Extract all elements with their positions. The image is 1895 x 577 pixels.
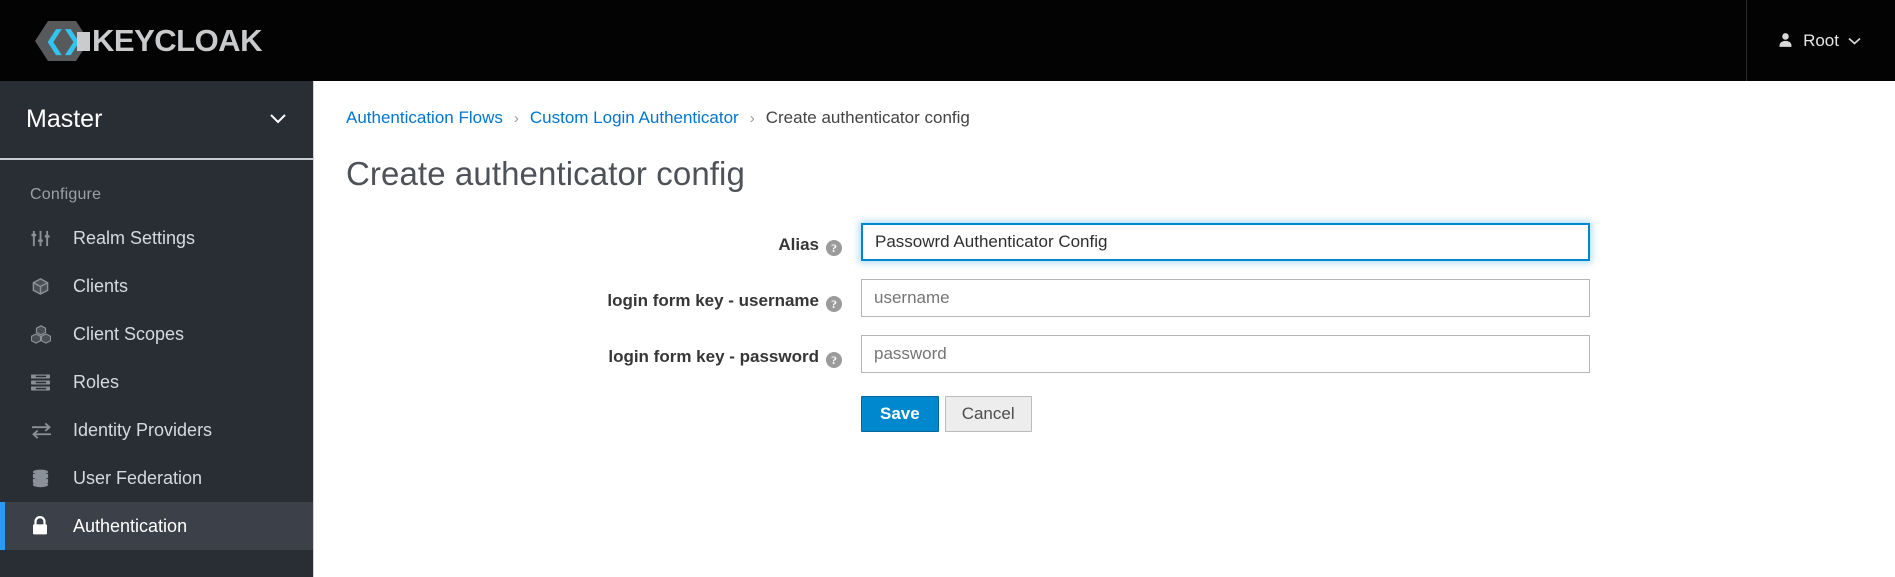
alias-input[interactable] <box>861 223 1590 261</box>
page-title: Create authenticator config <box>346 155 745 192</box>
sidebar-item-label: Roles <box>73 371 120 392</box>
alias-control <box>861 223 1590 261</box>
form-row-login-form-key-username: login form key - username? <box>315 279 1895 317</box>
sidebar-item-label: Identity Providers <box>73 419 213 440</box>
form-button-row: Save Cancel <box>861 396 1895 432</box>
breadcrumb-link-authentication-flows[interactable]: Authentication Flows <box>346 108 503 128</box>
sidebar-item-label: Client Scopes <box>73 323 185 344</box>
masthead: ❮ ❯ KEYCLOAK Root <box>0 0 1895 81</box>
alias-label: Alias? <box>315 223 842 258</box>
sidebar-item-roles[interactable]: Roles <box>0 358 313 406</box>
sidebar-item-label: User Federation <box>73 467 203 488</box>
exchange-icon <box>31 422 65 439</box>
brand-logo[interactable]: ❮ ❯ KEYCLOAK <box>28 0 262 81</box>
cancel-button[interactable]: Cancel <box>944 396 1032 432</box>
user-menu-label: Root <box>1803 30 1839 50</box>
chevron-down-icon <box>269 111 287 129</box>
sidebar-item-identity-providers[interactable]: Identity Providers <box>0 406 313 454</box>
user-avatar-icon <box>1777 32 1794 49</box>
cube-icon <box>31 277 65 296</box>
form-row-alias: Alias? <box>315 223 1895 261</box>
logo-square-block <box>77 31 90 51</box>
sliders-icon <box>31 229 65 248</box>
database-icon <box>31 469 65 488</box>
lock-icon <box>31 516 65 536</box>
sidebar-item-client-scopes[interactable]: Client Scopes <box>0 310 313 358</box>
login-form-key-password-control <box>861 335 1590 373</box>
login-form-key-username-label: login form key - username? <box>315 279 842 314</box>
nav-section-label: Configure <box>30 186 102 203</box>
sidebar-item-user-federation[interactable]: User Federation <box>0 454 313 502</box>
login-form-key-username-label-text: login form key - username <box>607 291 819 310</box>
cubes-icon <box>31 324 65 344</box>
authenticator-config-form: Alias? login form key - username? login … <box>315 223 1895 432</box>
login-form-key-username-input[interactable] <box>861 279 1590 317</box>
realm-name: Master <box>26 105 103 133</box>
user-menu[interactable]: Root <box>1747 0 1895 81</box>
login-form-key-password-label-text: login form key - password <box>608 347 819 366</box>
alias-label-text: Alias <box>778 235 819 254</box>
login-form-key-password-input[interactable] <box>861 335 1590 373</box>
list-bars-icon <box>31 373 65 391</box>
sidebar-item-label: Realm Settings <box>73 227 196 248</box>
breadcrumb-separator: › <box>513 109 519 127</box>
sidebar: Master Configure Realm Settings Clients <box>0 81 314 577</box>
breadcrumb: Authentication Flows › Custom Login Auth… <box>315 81 1895 128</box>
login-form-key-password-label: login form key - password? <box>315 335 842 370</box>
question-circle-icon[interactable]: ? <box>826 296 842 312</box>
realm-selector[interactable]: Master <box>0 81 313 160</box>
main-content: Authentication Flows › Custom Login Auth… <box>315 81 1895 577</box>
question-circle-icon[interactable]: ? <box>826 352 842 368</box>
breadcrumb-separator: › <box>749 109 755 127</box>
chevron-down-icon <box>1848 37 1861 45</box>
breadcrumb-current: Create authenticator config <box>765 108 970 127</box>
sidebar-item-label: Clients <box>73 275 129 296</box>
breadcrumb-link-custom-login-authenticator[interactable]: Custom Login Authenticator <box>530 108 739 128</box>
masthead-right: Root <box>1746 0 1895 81</box>
login-form-key-username-control <box>861 279 1590 317</box>
sidebar-item-clients[interactable]: Clients <box>0 262 313 310</box>
logo-text: KEYCLOAK <box>92 22 262 58</box>
sidebar-item-realm-settings[interactable]: Realm Settings <box>0 214 313 262</box>
save-button[interactable]: Save <box>861 396 939 432</box>
keycloak-hex-logo-icon: ❮ ❯ <box>28 17 96 65</box>
sidebar-item-authentication[interactable]: Authentication <box>0 502 313 550</box>
question-circle-icon[interactable]: ? <box>826 240 842 256</box>
form-row-login-form-key-password: login form key - password? <box>315 335 1895 373</box>
sidebar-item-label: Authentication <box>73 515 188 536</box>
